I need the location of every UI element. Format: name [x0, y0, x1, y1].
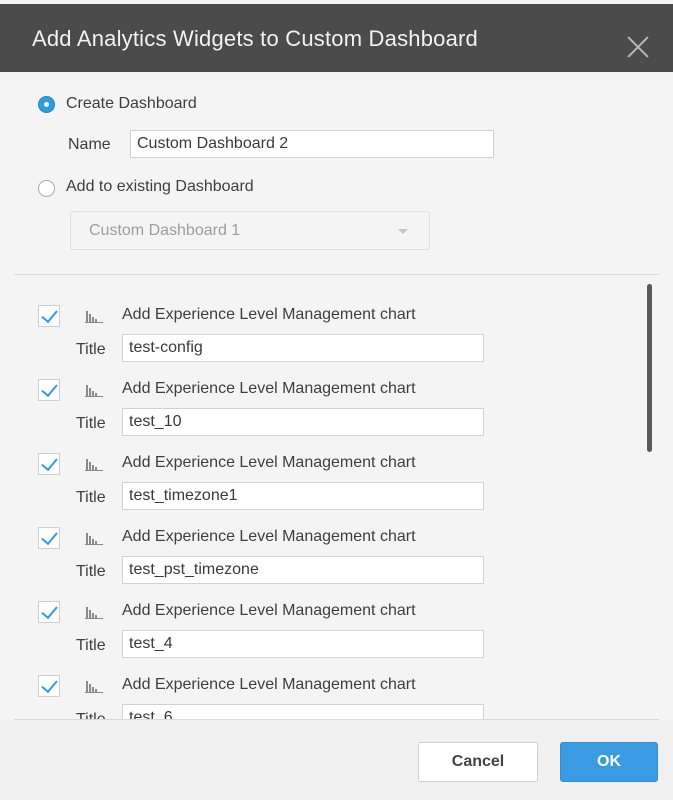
bar-chart-icon	[85, 311, 103, 323]
widget-label: Add Experience Level Management chart	[122, 306, 416, 323]
widget-checkbox[interactable]	[38, 601, 60, 623]
existing-dashboard-radio[interactable]	[38, 180, 55, 197]
widget-checkbox[interactable]	[38, 527, 60, 549]
bar-chart-icon	[85, 533, 103, 545]
create-dashboard-label: Create Dashboard	[66, 95, 197, 112]
existing-dashboard-select[interactable]: Custom Dashboard 1	[70, 211, 430, 250]
existing-dashboard-label: Add to existing Dashboard	[66, 178, 254, 195]
section-divider	[14, 274, 659, 275]
widget-label: Add Experience Level Management chart	[122, 602, 416, 619]
widget-row: Add Experience Level Management chart Ti…	[14, 524, 634, 598]
widget-title-input[interactable]: test-config	[122, 334, 484, 362]
widget-row: Add Experience Level Management chart Ti…	[14, 450, 634, 524]
widget-checkbox[interactable]	[38, 379, 60, 401]
widget-title-label: Title	[76, 563, 106, 580]
add-widgets-dialog: Add Analytics Widgets to Custom Dashboar…	[0, 0, 673, 800]
widget-title-label: Title	[76, 489, 106, 506]
widget-title-label: Title	[76, 341, 106, 358]
name-label: Name	[68, 136, 111, 153]
widget-list: Add Experience Level Management chart Ti…	[14, 276, 659, 719]
ok-button[interactable]: OK	[560, 742, 658, 782]
widget-row: Add Experience Level Management chart Ti…	[14, 376, 634, 450]
widget-row: Add Experience Level Management chart Ti…	[14, 302, 634, 376]
widget-label: Add Experience Level Management chart	[122, 676, 416, 693]
close-icon[interactable]	[625, 34, 651, 60]
widget-title-input[interactable]: test_pst_timezone	[122, 556, 484, 584]
bar-chart-icon	[85, 681, 103, 693]
bar-chart-icon	[85, 607, 103, 619]
widget-checkbox[interactable]	[38, 675, 60, 697]
existing-dashboard-value: Custom Dashboard 1	[89, 222, 241, 239]
chevron-down-icon	[398, 229, 408, 234]
widget-label: Add Experience Level Management chart	[122, 528, 416, 545]
widget-title-label: Title	[76, 415, 106, 432]
widget-label: Add Experience Level Management chart	[122, 454, 416, 471]
widget-checkbox[interactable]	[38, 453, 60, 475]
create-dashboard-radio[interactable]	[38, 96, 55, 113]
dashboard-name-input[interactable]: Custom Dashboard 2	[130, 130, 494, 158]
bar-chart-icon	[85, 459, 103, 471]
widget-title-label: Title	[76, 711, 106, 719]
widget-label: Add Experience Level Management chart	[122, 380, 416, 397]
widget-title-input[interactable]: test_timezone1	[122, 482, 484, 510]
dialog-title: Add Analytics Widgets to Custom Dashboar…	[32, 26, 478, 51]
widget-row: Add Experience Level Management chart Ti…	[14, 672, 634, 719]
widget-title-input[interactable]: test_10	[122, 408, 484, 436]
dialog-header: Add Analytics Widgets to Custom Dashboar…	[0, 4, 673, 72]
cancel-button[interactable]: Cancel	[418, 742, 538, 782]
widget-row: Add Experience Level Management chart Ti…	[14, 598, 634, 672]
dialog-footer: Cancel OK	[0, 720, 673, 800]
bar-chart-icon	[85, 385, 103, 397]
widget-title-input[interactable]: test_4	[122, 630, 484, 658]
widget-title-input[interactable]: test_6	[122, 704, 484, 719]
widget-list-scrollbar[interactable]	[647, 284, 652, 452]
widget-title-label: Title	[76, 637, 106, 654]
widget-checkbox[interactable]	[38, 305, 60, 327]
